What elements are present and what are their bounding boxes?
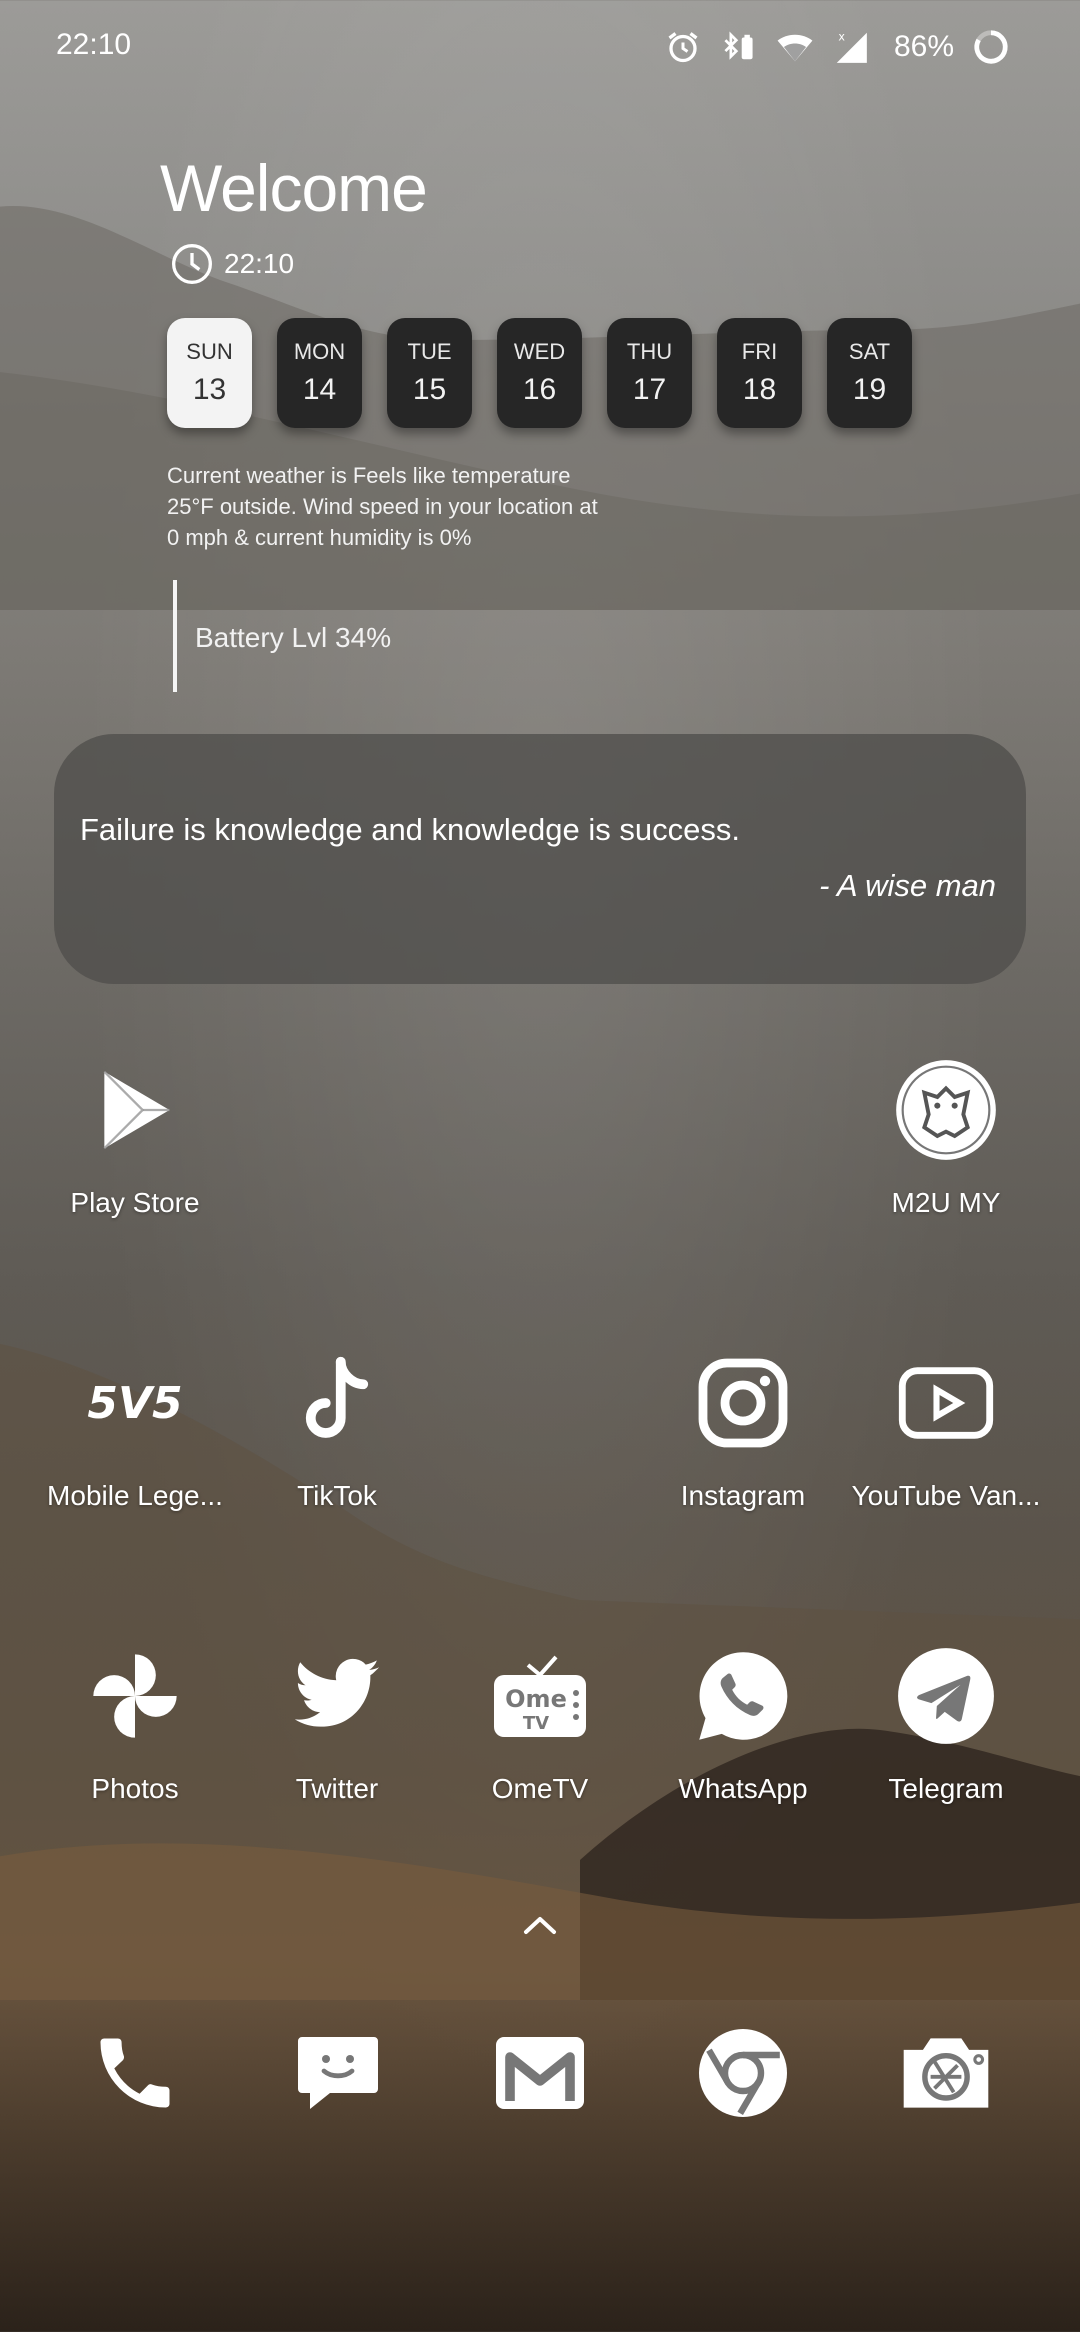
status-icons: x 86% <box>664 22 1010 72</box>
quote-author: - A wise man <box>819 868 996 903</box>
mobile-legends-icon: 5V5 <box>80 1348 190 1458</box>
app-youtube-vanced[interactable]: YouTube Van... <box>846 1348 1046 1512</box>
day-tue[interactable]: TUE 15 <box>387 318 472 428</box>
welcome-title: Welcome <box>160 151 428 225</box>
app-label: Mobile Lege... <box>47 1480 223 1511</box>
clock-icon <box>172 244 212 284</box>
quote-card <box>54 734 1026 984</box>
app-tiktok[interactable]: TikTok <box>237 1348 437 1512</box>
app-telegram[interactable]: Telegram <box>846 1641 1046 1805</box>
day-name: FRI <box>741 339 778 364</box>
app-label: M2U MY <box>891 1187 1001 1218</box>
day-wed[interactable]: WED 16 <box>497 318 582 428</box>
chrome-icon[interactable] <box>688 2018 798 2128</box>
day-sun[interactable]: SUN 13 <box>167 318 252 428</box>
cellular-no-data-icon: x <box>832 28 870 66</box>
app-instagram[interactable]: Instagram <box>643 1348 843 1512</box>
app-label: TikTok <box>297 1480 377 1511</box>
weather-line: 0 mph & current humidity is 0% <box>167 525 472 550</box>
instagram-icon <box>688 1348 798 1458</box>
alarm-icon <box>664 28 702 66</box>
photos-pinwheel-icon <box>80 1641 190 1751</box>
app-mobile-legends[interactable]: 5V5 Mobile Lege... <box>35 1348 235 1512</box>
ometv-logo-top: Ome <box>505 1685 567 1713</box>
whatsapp-icon <box>688 1641 798 1751</box>
battery-level: Battery Lvl 34% <box>195 622 392 653</box>
day-date: 13 <box>192 373 227 406</box>
app-twitter[interactable]: Twitter <box>237 1641 437 1805</box>
messages-icon[interactable] <box>283 2018 393 2128</box>
mobile-legends-logo-text: 5V5 <box>87 1378 182 1429</box>
app-label: Play Store <box>70 1187 200 1218</box>
battery-ring-icon <box>972 28 1010 66</box>
app-label: WhatsApp <box>678 1773 808 1804</box>
day-date: 19 <box>852 373 887 406</box>
app-label: Instagram <box>680 1480 806 1511</box>
tiktok-icon <box>282 1348 392 1458</box>
ometv-icon: Ome TV <box>485 1641 595 1751</box>
day-date: 16 <box>522 373 557 406</box>
twitter-bird-icon <box>282 1641 392 1751</box>
app-label: Photos <box>91 1773 179 1804</box>
day-name: SUN <box>186 339 233 364</box>
maybank-tiger-icon <box>891 1055 1001 1165</box>
app-drawer-chevron-up-icon[interactable] <box>520 1910 560 1940</box>
bluetooth-battery-icon <box>720 28 758 66</box>
day-fri[interactable]: FRI 18 <box>717 318 802 428</box>
camera-icon[interactable] <box>891 2018 1001 2128</box>
calendar-strip: SUN 13 MON 14 TUE 15 WED 16 THU 17 FRI 18 SAT 1… <box>167 318 912 428</box>
app-label: OmeTV <box>491 1773 589 1804</box>
weather-line: Current weather is Feels like temperatur… <box>167 463 571 488</box>
day-sat[interactable]: SAT 19 <box>827 318 912 428</box>
app-whatsapp[interactable]: WhatsApp <box>643 1641 843 1805</box>
day-name: MON <box>293 339 346 364</box>
clock-row: 22:10 <box>170 242 294 286</box>
day-thu[interactable]: THU 17 <box>607 318 692 428</box>
app-play-store[interactable]: Play Store <box>35 1055 235 1219</box>
gmail-icon[interactable] <box>485 2018 595 2128</box>
day-name: WED <box>513 339 566 364</box>
app-label: YouTube Van... <box>851 1480 1041 1511</box>
app-label: Telegram <box>888 1773 1004 1804</box>
day-date: 17 <box>632 373 667 406</box>
play-store-icon <box>80 1055 190 1165</box>
day-name: THU <box>626 339 673 364</box>
youtube-icon <box>891 1348 1001 1458</box>
day-date: 18 <box>742 373 777 406</box>
day-mon[interactable]: MON 14 <box>277 318 362 428</box>
app-label: Twitter <box>295 1773 379 1804</box>
day-name: SAT <box>848 339 891 364</box>
quote-text: Failure is knowledge and knowledge is su… <box>80 812 740 847</box>
battery-percent: 86% <box>893 30 954 63</box>
app-ometv[interactable]: Ome TV OmeTV <box>440 1641 640 1805</box>
weather-text: Current weather is Feels like temperatur… <box>167 460 607 553</box>
wifi-icon <box>776 28 814 66</box>
app-photos[interactable]: Photos <box>35 1641 235 1805</box>
svg-text:x: x <box>838 31 845 44</box>
clock-time: 22:10 <box>224 248 295 279</box>
battery-divider <box>173 580 177 692</box>
weather-line: 25°F outside. Wind speed in your locatio… <box>167 494 598 519</box>
phone-icon[interactable] <box>80 2018 190 2128</box>
day-date: 15 <box>412 373 447 406</box>
app-m2u-my[interactable]: M2U MY <box>846 1055 1046 1219</box>
day-name: TUE <box>407 339 452 364</box>
ometv-logo-bottom: TV <box>523 1713 549 1734</box>
status-time: 22:10 <box>56 28 132 61</box>
telegram-icon <box>891 1641 1001 1751</box>
day-date: 14 <box>302 373 337 406</box>
